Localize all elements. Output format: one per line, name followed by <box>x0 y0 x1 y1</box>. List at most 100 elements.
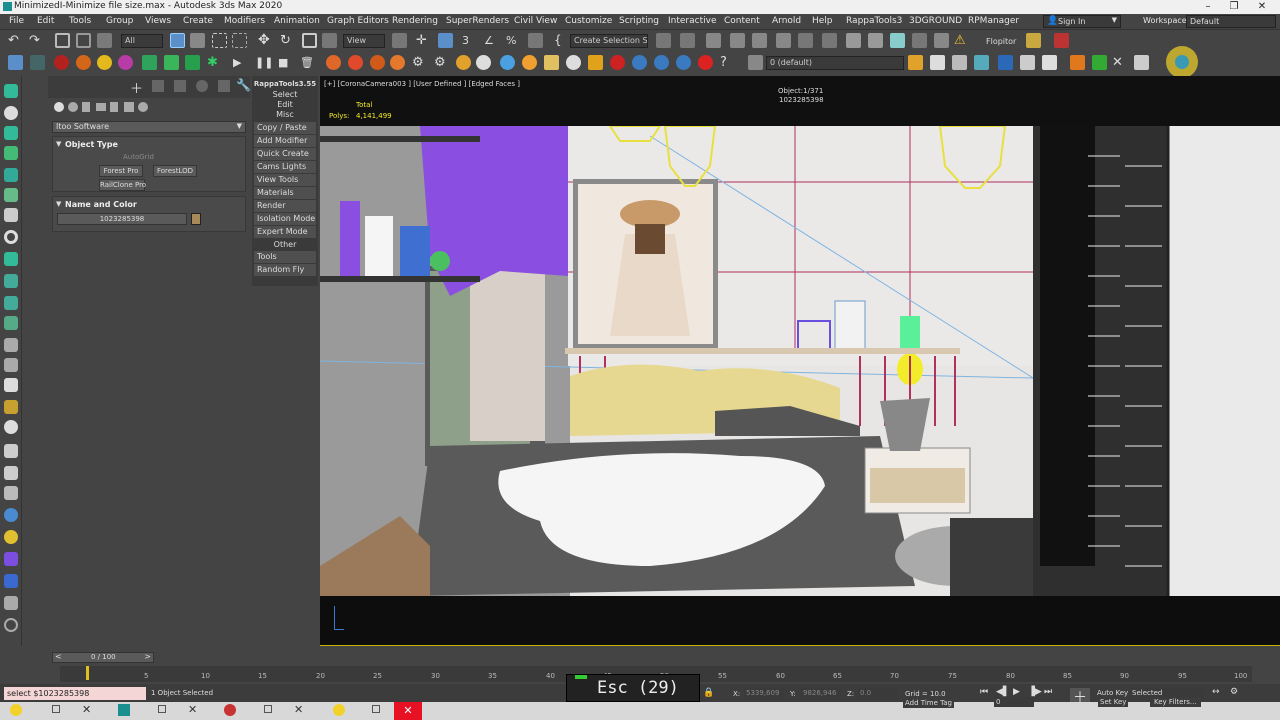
maximize-icon[interactable]: ❐ <box>1222 0 1246 14</box>
move-icon[interactable]: ✥ <box>258 33 273 48</box>
spacewarps-icon[interactable] <box>124 102 134 112</box>
utilities-tab-icon[interactable]: 🔧 <box>236 78 251 92</box>
display-tab-icon[interactable] <box>218 80 230 92</box>
pink-ball-icon[interactable] <box>118 55 133 70</box>
trash-tool-icon[interactable] <box>4 596 18 610</box>
flopitor-icon[interactable] <box>1026 33 1041 48</box>
menu-file[interactable]: File <box>9 16 24 26</box>
menu-create[interactable]: Create <box>183 16 213 26</box>
tools-icon[interactable]: ✕ <box>1112 55 1127 70</box>
play-icon[interactable]: ▶ <box>233 55 248 70</box>
rappa-view-tools[interactable]: View Tools <box>254 174 316 186</box>
corona-icon[interactable] <box>522 55 537 70</box>
prev-key-icon[interactable]: ◀▌ <box>996 687 1010 697</box>
menu-superrenders[interactable]: SuperRenders <box>446 16 509 26</box>
menu-modifiers[interactable]: Modifiers <box>224 16 265 26</box>
menu-scripting[interactable]: Scripting <box>619 16 659 26</box>
rappa-copy-paste[interactable]: Copy / Paste <box>254 122 316 134</box>
fp-icon[interactable] <box>1070 55 1085 70</box>
shapes-icon[interactable] <box>68 102 78 112</box>
layer-manage-icon[interactable] <box>8 55 23 70</box>
layer-list-icon[interactable] <box>748 55 763 70</box>
scene-explorer-icon[interactable] <box>730 33 745 48</box>
menu-views[interactable]: Views <box>145 16 171 26</box>
time-slider[interactable]: < 0 / 100 > <box>52 652 154 663</box>
create-tab-icon[interactable]: ＋ <box>130 78 143 97</box>
menu-interactive[interactable]: Interactive <box>668 16 716 26</box>
layer-stack-3-icon[interactable] <box>974 55 989 70</box>
viewport-label[interactable]: [+] [CoronaCamera003 ] [User Defined ] [… <box>324 80 520 88</box>
sun-icon[interactable] <box>698 55 713 70</box>
restore-box-2-icon[interactable] <box>158 705 166 713</box>
sphere-icon[interactable] <box>476 55 491 70</box>
scale-icon[interactable] <box>302 33 317 48</box>
bottle-icon[interactable] <box>4 208 18 222</box>
rappa-add-modifier[interactable]: Add Modifier <box>254 135 316 147</box>
cup-icon[interactable] <box>544 55 559 70</box>
smiley-2-icon[interactable] <box>333 704 345 716</box>
leaf-icon[interactable] <box>4 146 18 160</box>
bind-spacewarp-icon[interactable] <box>97 33 112 48</box>
pause-icon[interactable]: ❚❚ <box>255 55 273 70</box>
question-icon[interactable]: ? <box>720 55 735 70</box>
close-x-icon[interactable]: ✕ <box>82 703 91 716</box>
rf-icon[interactable] <box>998 55 1013 70</box>
cameras-icon[interactable] <box>96 103 106 111</box>
edit-named-selection-icon[interactable]: { <box>554 33 569 48</box>
rect-selection-icon[interactable] <box>212 33 227 48</box>
green-star-icon[interactable]: ✱ <box>207 55 222 70</box>
orange-ball-icon[interactable] <box>76 55 91 70</box>
app-taskbar-icon[interactable] <box>118 704 130 716</box>
current-frame-field[interactable]: 0 <box>994 697 1034 707</box>
render-setup-icon[interactable] <box>846 33 861 48</box>
named-selection-dropdown[interactable]: Create Selection Se <box>570 34 648 48</box>
category-dropdown[interactable]: Itoo Software ▼ <box>52 121 246 133</box>
schematic-view-icon[interactable] <box>798 33 813 48</box>
close-x-2-icon[interactable]: ✕ <box>188 703 197 716</box>
material-editor-icon[interactable] <box>822 33 837 48</box>
green-scale-icon[interactable] <box>185 55 200 70</box>
geometry-icon[interactable] <box>54 102 64 112</box>
collapse-arrow-icon[interactable]: ▼ <box>56 140 61 148</box>
green-arrows-icon[interactable] <box>164 55 179 70</box>
sphere-tool-icon[interactable] <box>4 508 18 522</box>
restore-box-3-icon[interactable] <box>264 705 272 713</box>
molecule-icon[interactable] <box>4 486 18 500</box>
brush-icon[interactable] <box>4 466 18 480</box>
pyramid-icon[interactable] <box>4 188 18 202</box>
teal-gear-icon[interactable] <box>1175 55 1189 69</box>
flopitor-label[interactable]: Flopitor <box>986 37 1016 46</box>
autogrid-checkbox[interactable]: AutoGrid <box>123 153 154 161</box>
rappa-tools[interactable]: Tools <box>254 251 316 263</box>
reference-coordinate-dropdown[interactable]: View <box>343 34 385 48</box>
time-config-icon[interactable]: ⚙ <box>1230 687 1238 697</box>
menu-content[interactable]: Content <box>724 16 760 26</box>
yellow-ball-icon[interactable] <box>97 55 112 70</box>
sun-light-icon[interactable] <box>4 106 18 120</box>
lamp-icon[interactable] <box>4 378 18 392</box>
rappa-materials[interactable]: Materials <box>254 187 316 199</box>
layer-explorer-icon[interactable] <box>706 33 721 48</box>
restore-box-4-icon[interactable] <box>372 705 380 713</box>
object-color-swatch[interactable] <box>191 213 201 225</box>
forest-icon[interactable] <box>1092 55 1107 70</box>
render-iterative-icon[interactable] <box>912 33 927 48</box>
restore-box-icon[interactable] <box>52 705 60 713</box>
collapse-arrow-icon[interactable]: ▼ <box>56 200 61 208</box>
cube-3d-icon[interactable] <box>4 338 18 352</box>
snaps-toggle-icon[interactable]: 3 <box>462 33 477 48</box>
rappa-misc[interactable]: Misc <box>252 110 318 119</box>
layer-add-icon[interactable] <box>908 55 923 70</box>
list-icon[interactable] <box>1020 55 1035 70</box>
mirror-icon[interactable] <box>656 33 671 48</box>
helpers-icon[interactable] <box>110 102 118 112</box>
sofa-icon[interactable] <box>4 358 18 372</box>
rappa-render[interactable]: Render <box>254 200 316 212</box>
angle-snap-icon[interactable]: ∠ <box>484 33 499 48</box>
current-layer-dropdown[interactable]: 0 (default) <box>766 56 904 70</box>
rappa-edit[interactable]: Edit <box>252 100 318 109</box>
forestlod-button[interactable]: ForestLOD <box>153 165 197 177</box>
menu-customize[interactable]: Customize <box>565 16 612 26</box>
stop-icon[interactable]: ■ <box>278 55 293 70</box>
select-manipulate-icon[interactable]: ✛ <box>416 33 431 48</box>
